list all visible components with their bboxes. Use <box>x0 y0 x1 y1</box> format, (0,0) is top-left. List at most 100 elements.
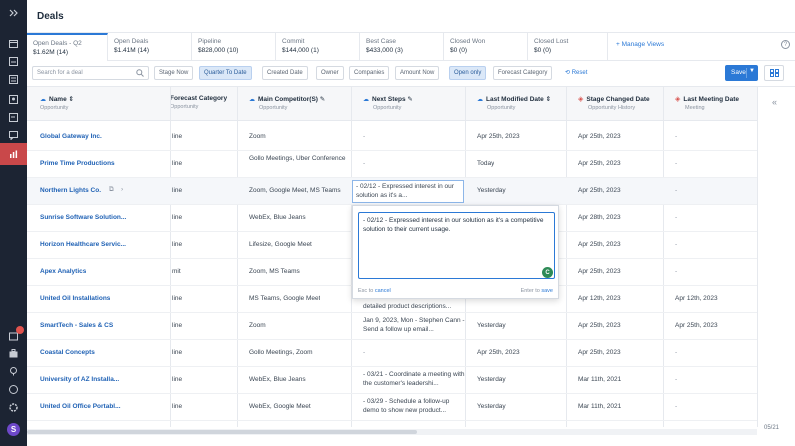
help-circle-icon[interactable] <box>6 382 21 397</box>
deal-name-link[interactable]: Northern Lights Co. <box>40 187 101 194</box>
filter-forecast-category[interactable]: Forecast Category <box>493 66 553 80</box>
deal-name-link[interactable]: Coastal Concepts <box>40 349 95 356</box>
edit-pencil-icon[interactable]: ✎ <box>320 96 325 103</box>
forecast-cell[interactable]: line <box>172 376 182 383</box>
column-header-last-meeting-date[interactable]: ◈ Last Meeting Date Meeting <box>675 95 739 111</box>
contacts-icon[interactable] <box>6 92 21 107</box>
competitor-cell[interactable]: Gollo Meetings, Uber Conference <box>249 154 354 163</box>
column-header-last-modified-date[interactable]: ☁ Last Modified Date ⇕ Opportunity <box>477 95 551 111</box>
forecast-cell[interactable]: line <box>172 133 182 140</box>
inbox-icon[interactable] <box>6 54 21 69</box>
competitor-cell[interactable]: WebEx, Blue Jeans <box>249 214 306 221</box>
next-steps-cell[interactable]: - 03/29 - Schedule a follow-up demo to s… <box>363 397 467 415</box>
expand-nav-icon[interactable] <box>6 5 21 20</box>
next-steps-textarea[interactable]: - 02/12 - Expressed interest in our solu… <box>358 212 555 279</box>
table-row[interactable]: Prime Time Productions line Gollo Meetin… <box>27 151 757 178</box>
save-button[interactable]: Save ▼ <box>725 65 758 81</box>
forecast-cell[interactable]: line <box>172 322 182 329</box>
open-external-icon[interactable]: ⧉ <box>109 186 114 194</box>
tab-commit[interactable]: Commit $144,000 (1) <box>276 33 360 61</box>
column-header-stage-changed-date[interactable]: ◈ Stage Changed Date Opportunity History <box>578 95 650 111</box>
list-icon[interactable] <box>6 72 21 87</box>
grammar-check-icon[interactable]: C <box>542 267 553 278</box>
filter-created-date[interactable]: Created Date <box>262 66 308 80</box>
filter-owner[interactable]: Owner <box>316 66 344 80</box>
next-steps-cell[interactable]: Jan 9, 2023, Mon - Stephen Cann - Send a… <box>363 316 467 334</box>
deal-name-link[interactable]: United Oil Installations <box>40 295 110 302</box>
deal-name-link[interactable]: Prime Time Productions <box>40 160 115 167</box>
sort-icon[interactable]: ⇕ <box>69 96 74 103</box>
table-row[interactable]: Global Gateway Inc. line Zoom - Apr 25th… <box>27 124 757 151</box>
reset-filters-button[interactable]: ⟲ Reset <box>565 69 587 76</box>
save-link[interactable]: save <box>541 288 553 294</box>
next-steps-cell[interactable]: detailed product descriptions... <box>363 303 451 310</box>
competitor-cell[interactable]: Zoom, Google Meet, MS Teams <box>249 187 341 194</box>
forecast-cell[interactable]: line <box>172 187 182 194</box>
manage-views-link[interactable]: + Manage Views <box>616 41 664 48</box>
chevron-right-icon[interactable]: › <box>121 186 123 193</box>
next-steps-cell[interactable]: - 03/21 - Coordinate a meeting with the … <box>363 370 467 388</box>
settings-gear-icon[interactable] <box>6 400 21 415</box>
search-input[interactable]: Search for a deal <box>32 66 149 80</box>
tab-best-case[interactable]: Best Case $433,000 (3) <box>360 33 444 61</box>
messages-icon[interactable] <box>6 128 21 143</box>
filter-amount-now[interactable]: Amount Now <box>395 66 440 80</box>
competitor-cell[interactable]: Zoom <box>249 322 266 329</box>
filter-stage-now[interactable]: Stage Now <box>154 66 194 80</box>
competitor-cell[interactable]: Zoom <box>249 133 266 140</box>
filter-quarter-to-date[interactable]: Quarter To Date <box>199 66 252 80</box>
tab-closed-lost[interactable]: Closed Lost $0 (0) <box>528 33 608 61</box>
bulb-icon[interactable] <box>6 364 21 379</box>
table-row[interactable]: SmartTech - Sales & CS line Zoom Jan 9, … <box>27 313 757 340</box>
deal-name-link[interactable]: Sunrise Software Solution... <box>40 214 126 221</box>
competitor-cell[interactable]: MS Teams, Google Meet <box>249 295 320 302</box>
chevron-down-icon[interactable]: ▼ <box>749 68 755 74</box>
forecast-cell[interactable]: line <box>172 295 182 302</box>
column-header-main-competitor[interactable]: ☁ Main Competitor(S) ✎ Opportunity <box>249 95 325 111</box>
competitor-cell[interactable]: Zoom, MS Teams <box>249 268 300 275</box>
tab-open-deals-q2[interactable]: Open Deals - Q2 $1.62M (14) <box>27 33 108 61</box>
user-avatar[interactable]: S <box>6 422 21 437</box>
notes-icon[interactable] <box>6 110 21 125</box>
column-header-forecast-category[interactable]: Forecast Category Opportunity <box>170 95 227 110</box>
horizontal-scrollbar[interactable] <box>27 429 757 435</box>
deal-name-link[interactable]: Horizon Healthcare Servic... <box>40 241 126 248</box>
table-row[interactable]: Northern Lights Co. ⧉ › line Zoom, Googl… <box>27 178 757 205</box>
forecast-cell[interactable]: mit <box>172 268 181 275</box>
competitor-cell[interactable]: Lifesize, Google Meet <box>249 241 312 248</box>
filter-companies[interactable]: Companies <box>349 66 390 80</box>
sort-icon[interactable]: ⇕ <box>546 96 551 103</box>
table-row[interactable]: United Oil Office Portabl... line WebEx,… <box>27 394 757 421</box>
tab-open-deals[interactable]: Open Deals $1.41M (14) <box>108 33 192 61</box>
notifications-icon[interactable] <box>6 326 24 344</box>
forecast-cell[interactable]: line <box>172 160 182 167</box>
competitor-cell[interactable]: WebEx, Google Meet <box>249 403 311 410</box>
next-steps-cell[interactable]: - <box>363 133 365 140</box>
forecast-cell[interactable]: line <box>172 241 182 248</box>
forecast-cell[interactable]: line <box>172 349 182 356</box>
competitor-cell[interactable]: WebEx, Blue Jeans <box>249 376 306 383</box>
deal-name-link[interactable]: Apex Analytics <box>40 268 86 275</box>
deals-nav-icon[interactable] <box>0 143 27 165</box>
deal-name-link[interactable]: Global Gateway Inc. <box>40 133 102 140</box>
filter-open-only[interactable]: Open only <box>449 66 487 80</box>
column-header-name[interactable]: ☁ Name ⇕ Opportunity <box>40 95 74 111</box>
calendar-icon[interactable] <box>6 36 21 51</box>
forecast-cell[interactable]: line <box>172 403 182 410</box>
deal-name-link[interactable]: University of AZ Installa... <box>40 376 119 383</box>
cancel-link[interactable]: cancel <box>375 288 391 294</box>
tab-closed-won[interactable]: Closed Won $0 (0) <box>444 33 528 61</box>
edit-pencil-icon[interactable]: ✎ <box>407 96 412 103</box>
tab-pipeline[interactable]: Pipeline $828,000 (10) <box>192 33 276 61</box>
competitor-cell[interactable]: Gollo Meetings, Zoom <box>249 349 313 356</box>
next-steps-cell[interactable]: - 02/12 - Expressed interest in our solu… <box>352 180 464 203</box>
deal-name-link[interactable]: SmartTech - Sales & CS <box>40 322 113 329</box>
forecast-cell[interactable]: line <box>172 214 182 221</box>
next-steps-cell[interactable]: - <box>363 349 365 356</box>
column-header-next-steps[interactable]: ☁ Next Steps ✎ Opportunity <box>363 95 413 111</box>
table-row[interactable]: University of AZ Installa... line WebEx,… <box>27 367 757 394</box>
expand-panel-icon[interactable]: « <box>772 97 777 107</box>
briefcase-icon[interactable] <box>6 346 21 361</box>
help-icon[interactable]: ? <box>781 40 790 49</box>
scrollbar-thumb[interactable] <box>27 430 417 434</box>
